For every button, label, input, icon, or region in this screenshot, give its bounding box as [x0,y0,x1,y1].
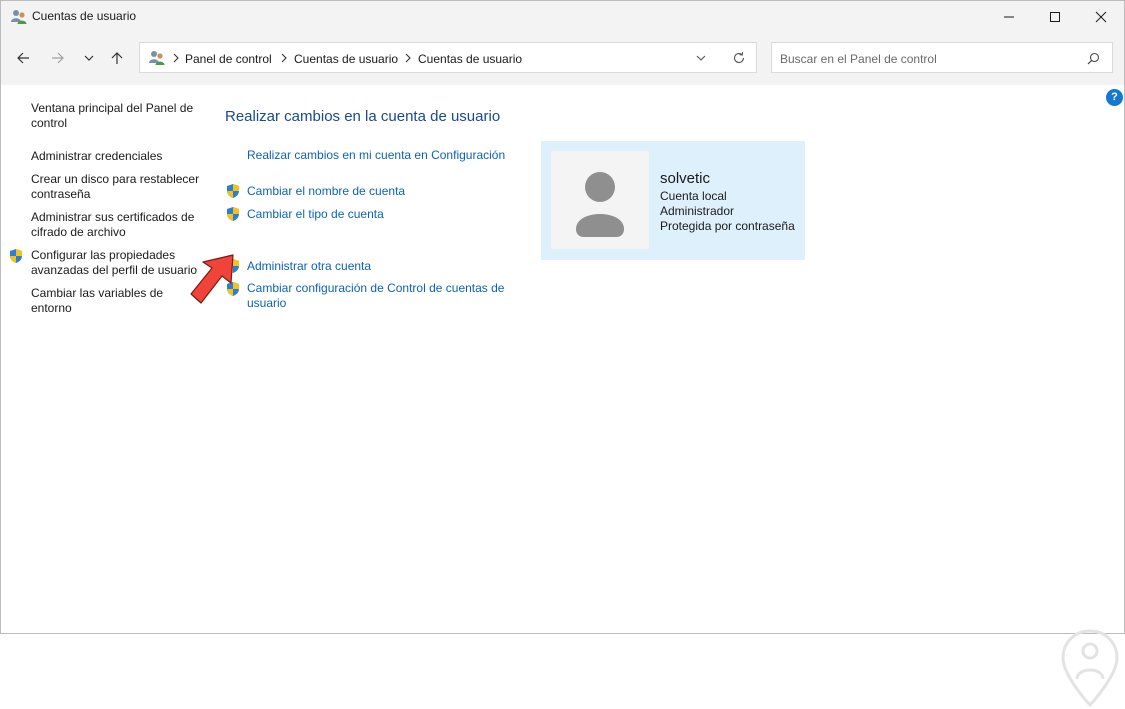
task-change-in-settings[interactable]: Realizar cambios en mi cuenta en Configu… [247,148,505,163]
maximize-button[interactable] [1032,1,1078,32]
arrow-up-icon [111,52,123,64]
account-type-local: Cuenta local [660,189,727,203]
sidebar-item-environment-variables[interactable]: Cambiar las variables de entorno [31,286,203,316]
breadcrumb-cuentas-de-usuario-current[interactable]: Cuentas de usuario [418,52,522,66]
task-change-account-type[interactable]: Cambiar el tipo de cuenta [247,207,384,222]
window-title: Cuentas de usuario [32,9,137,23]
address-dropdown-icon[interactable] [696,53,706,63]
avatar [551,151,649,249]
maximize-icon [1050,11,1060,22]
watermark-logo-icon [1061,629,1119,708]
search-input[interactable]: Buscar en el Panel de control [780,52,937,66]
back-button[interactable] [11,46,35,70]
address-bar[interactable]: Panel de control Cuentas de usuario Cuen… [139,42,757,73]
search-icon[interactable] [1087,52,1100,65]
red-arrow-icon [190,254,234,304]
close-button[interactable] [1078,1,1124,32]
sidebar-item-password-reset-disk[interactable]: Crear un disco para restablecer contrase… [31,172,203,202]
users-icon [11,10,27,24]
content-area: ? Ventana principal del Panel de control… [1,85,1124,708]
sidebar-item-control-panel-home[interactable]: Ventana principal del Panel de control [31,101,203,131]
task-change-account-name[interactable]: Cambiar el nombre de cuenta [247,184,405,199]
page-title: Realizar cambios en la cuenta de usuario [225,108,501,125]
window: Cuentas de usuario Panel de control Cuen… [0,0,1125,708]
recent-locations-button[interactable] [77,46,101,70]
sidebar-item-advanced-user-profile[interactable]: Configurar las propiedades avanzadas del… [31,248,203,278]
title-bar[interactable]: Cuentas de usuario [1,1,1124,32]
user-avatar-icon [576,172,624,237]
sidebar-item-file-encryption-certificates[interactable]: Administrar sus certificados de cifrado … [31,210,203,240]
search-box[interactable]: Buscar en el Panel de control [771,42,1113,73]
shield-icon [227,207,239,221]
control-panel-icon [149,51,165,65]
user-account-card[interactable]: solvetic Cuenta local Administrador Prot… [541,141,805,260]
task-manage-another-account[interactable]: Administrar otra cuenta [247,259,371,274]
arrow-right-icon [52,52,64,64]
breadcrumb-panel-de-control[interactable]: Panel de control [185,52,272,66]
arrow-left-icon [17,52,29,64]
refresh-icon[interactable] [732,51,746,65]
navigation-bar: Panel de control Cuentas de usuario Cuen… [1,32,1124,85]
up-button[interactable] [105,46,129,70]
account-role: Administrador [660,204,735,218]
shield-icon [10,249,22,263]
forward-button[interactable] [46,46,70,70]
chevron-down-icon [84,55,94,61]
breadcrumb-cuentas-de-usuario[interactable]: Cuentas de usuario [294,52,398,66]
chevron-right-icon [173,53,179,63]
task-uac-settings[interactable]: Cambiar configuración de Control de cuen… [247,281,517,311]
minimize-icon [1004,16,1014,17]
close-icon [1095,11,1107,22]
user-name: solvetic [660,170,711,187]
sidebar-item-manage-credentials[interactable]: Administrar credenciales [31,149,203,164]
minimize-button[interactable] [986,1,1032,32]
help-button[interactable]: ? [1106,89,1123,106]
chevron-right-icon [405,53,411,63]
shield-icon [227,184,239,198]
chevron-right-icon [281,53,287,63]
account-password-status: Protegida por contraseña [660,219,795,233]
